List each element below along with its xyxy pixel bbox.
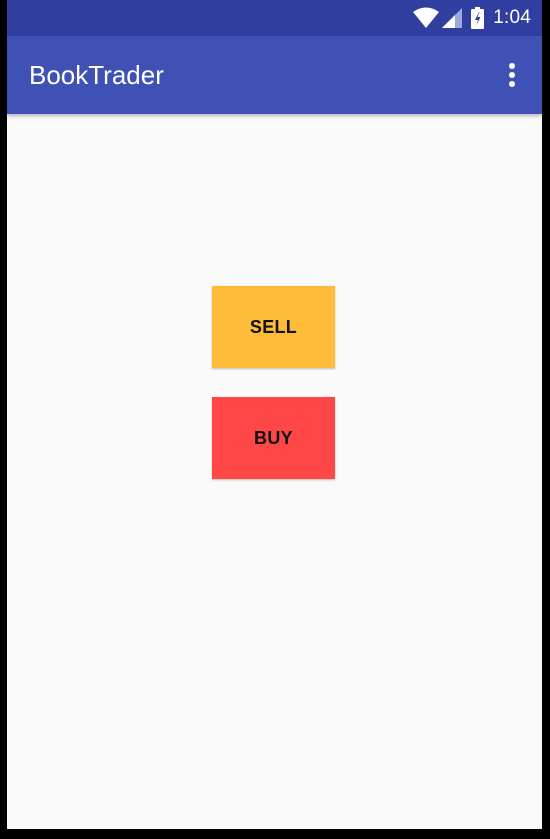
overflow-menu-icon <box>509 63 515 87</box>
status-time: 1:04 <box>493 7 531 28</box>
overflow-menu-button[interactable] <box>496 59 528 91</box>
buy-button[interactable]: BUY <box>212 397 335 479</box>
sell-button[interactable]: SELL <box>212 286 335 368</box>
wifi-icon <box>413 7 440 29</box>
status-indicators: 1:04 <box>413 0 531 36</box>
status-bar: 1:04 <box>7 0 542 36</box>
device-screen: 1:04 BookTrader SELL BUY <box>7 0 542 829</box>
app-title: BookTrader <box>29 60 164 90</box>
cell-signal-icon <box>442 7 463 29</box>
app-bar: BookTrader <box>7 36 542 114</box>
battery-charging-icon <box>471 7 485 29</box>
